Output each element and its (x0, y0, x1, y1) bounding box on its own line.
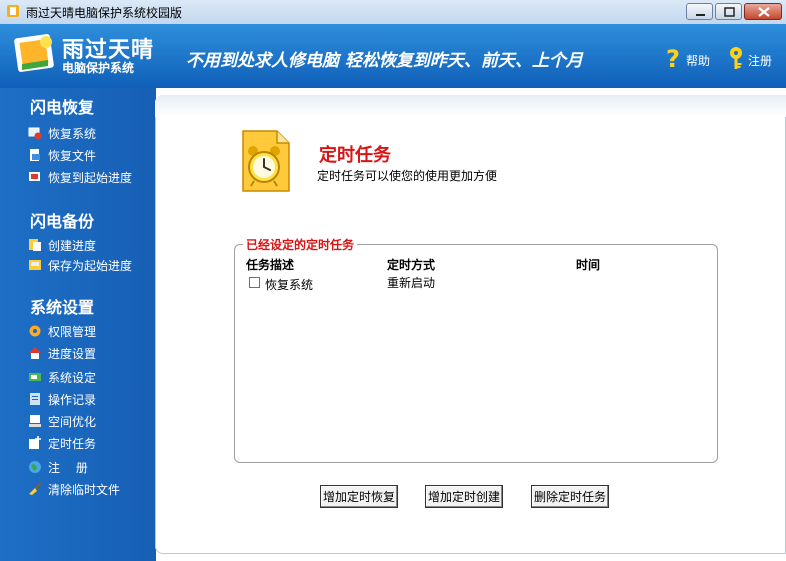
task-checkbox[interactable] (249, 277, 260, 288)
task-description: 恢复系统 (265, 278, 314, 292)
task-mode: 重新启动 (387, 276, 436, 290)
alarm-clock-icon (242, 130, 290, 192)
sidebar-item-label: 系统设定 (48, 371, 97, 385)
logo-icon (14, 34, 54, 72)
restore-system-icon (28, 127, 42, 140)
create-snapshot-icon (29, 239, 41, 251)
column-header-mode: 定时方式 (387, 258, 436, 272)
maximize-button[interactable] (715, 3, 742, 20)
column-header-description: 任务描述 (246, 258, 295, 272)
sidebar-item-label: 恢复文件 (48, 149, 97, 163)
section-title-flash-backup: 闪电备份 (30, 212, 95, 231)
app-icon (7, 5, 19, 17)
help-icon[interactable]: ? (662, 46, 684, 70)
sidebar-item-create-snapshot[interactable]: 创建进度 (28, 236, 153, 254)
globe-icon (29, 461, 41, 473)
group-title: 已经设定的定时任务 (243, 236, 358, 253)
key-icon[interactable] (726, 46, 746, 70)
svg-text:?: ? (666, 46, 680, 70)
sidebar-item-restore-file[interactable]: 恢复文件 (28, 146, 153, 164)
minimize-icon (696, 14, 705, 16)
sidebar-item-scheduled-tasks[interactable]: 定时任务 (28, 434, 153, 452)
app-header: 雨过天晴 电脑保护系统 不用到处求人修电脑 轻松恢复到昨天、前天、上个月 ? 帮… (0, 24, 786, 88)
page-title: 定时任务 (319, 145, 391, 166)
sidebar-item-label: 进度设置 (48, 347, 97, 361)
sidebar-item-restore-system[interactable]: 恢复系统 (28, 124, 153, 142)
close-button[interactable] (744, 3, 782, 20)
sidebar-item-label: 注 册 (48, 461, 88, 475)
sidebar-item-permissions[interactable]: 权限管理 (28, 322, 153, 340)
sidebar: 闪电恢复 恢复系统 恢复文件 恢复到起始进度 闪电备份 创建进度 保存为起始进度… (0, 88, 156, 561)
minimize-button[interactable] (686, 3, 713, 20)
sidebar-item-label: 空间优化 (48, 415, 97, 429)
maximize-icon (724, 7, 735, 17)
sidebar-item-restore-initial[interactable]: 恢复到起始进度 (28, 168, 153, 186)
logo-subtitle: 电脑保护系统 (62, 61, 135, 75)
add-scheduled-create-button[interactable]: 增加定时创建 (425, 485, 503, 508)
main-panel: 定时任务 定时任务可以使您的使用更加方便 已经设定的定时任务 任务描述 定时方式… (155, 95, 786, 554)
column-header-time: 时间 (576, 258, 601, 272)
sidebar-item-label: 恢复到起始进度 (48, 171, 133, 185)
add-scheduled-restore-button[interactable]: 增加定时恢复 (320, 485, 398, 508)
sidebar-item-space-optimize[interactable]: 空间优化 (28, 412, 153, 430)
system-config-icon (29, 373, 41, 381)
register-link[interactable]: 注册 (748, 52, 772, 69)
sidebar-item-label: 操作记录 (48, 393, 97, 407)
window-title: 雨过天晴电脑保护系统校园版 (26, 6, 183, 20)
sidebar-item-label: 权限管理 (48, 325, 97, 339)
sidebar-item-save-initial[interactable]: 保存为起始进度 (28, 256, 153, 274)
help-link[interactable]: 帮助 (686, 52, 710, 69)
page-description: 定时任务可以使您的使用更加方便 (317, 169, 498, 183)
sidebar-item-progress-settings[interactable]: 进度设置 (28, 344, 153, 362)
permission-icon (29, 325, 41, 337)
sidebar-item-label: 清除临时文件 (48, 483, 121, 497)
sidebar-item-clear-temp[interactable]: 清除临时文件 (28, 480, 153, 498)
restore-initial-icon (29, 172, 40, 181)
sidebar-item-label: 保存为起始进度 (48, 259, 133, 273)
header-slogan: 不用到处求人修电脑 轻松恢复到昨天、前天、上个月 (186, 51, 583, 71)
sidebar-item-system-config[interactable]: 系统设定 (28, 368, 153, 386)
home-icon (29, 347, 41, 359)
title-bar[interactable]: 雨过天晴电脑保护系统校园版 (0, 0, 786, 25)
delete-scheduled-task-button[interactable]: 删除定时任务 (531, 485, 609, 508)
sidebar-item-register[interactable]: 注 册 (28, 458, 153, 476)
computer-icon (29, 415, 41, 427)
sidebar-item-operation-log[interactable]: 操作记录 (28, 390, 153, 408)
sidebar-item-label: 创建进度 (48, 239, 97, 253)
panel-top-band (155, 95, 786, 117)
close-icon (758, 7, 770, 17)
sidebar-item-label: 定时任务 (48, 437, 97, 451)
log-icon (30, 393, 40, 405)
save-initial-icon (29, 260, 41, 270)
section-title-system-settings: 系统设置 (30, 298, 95, 317)
broom-icon (29, 482, 42, 495)
section-title-flash-restore: 闪电恢复 (30, 98, 95, 117)
scheduled-task-icon (29, 436, 41, 449)
sidebar-item-label: 恢复系统 (48, 127, 97, 141)
restore-file-icon (30, 149, 40, 161)
